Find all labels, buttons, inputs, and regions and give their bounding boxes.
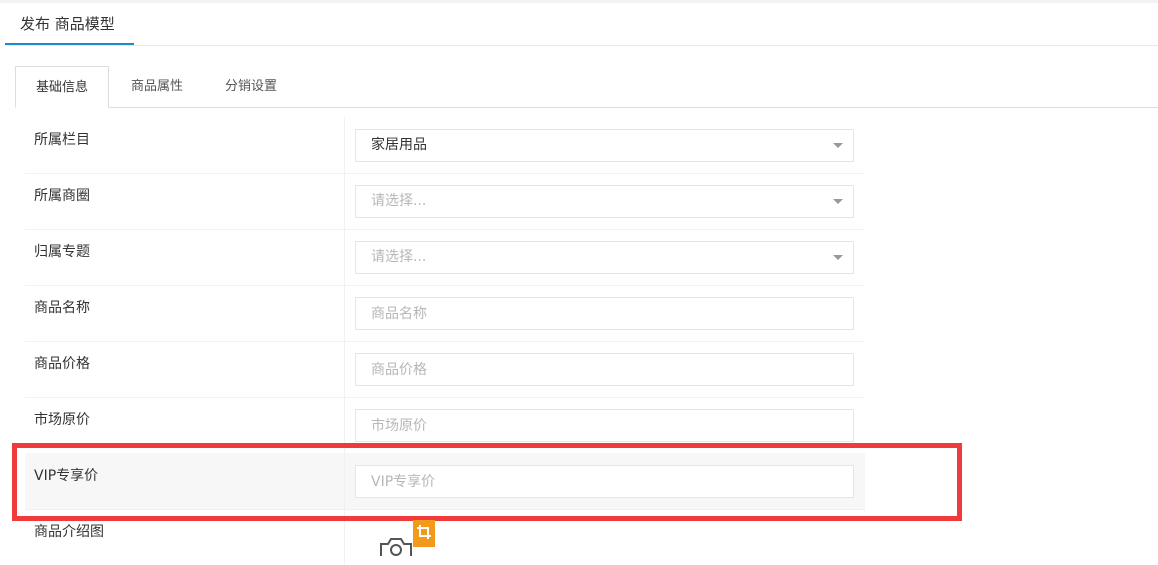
topic-label: 归属专题 (34, 244, 90, 260)
name-label: 商品名称 (34, 300, 90, 316)
chevron-down-icon (833, 143, 843, 148)
form-row-circle: 所属商圈 请选择... (25, 173, 865, 230)
tab-distribution-settings[interactable]: 分销设置 (205, 66, 297, 107)
row-divider (344, 117, 345, 173)
product-price-input[interactable] (355, 353, 854, 386)
market-price-input[interactable] (355, 409, 854, 442)
circle-select-placeholder: 请选择... (371, 193, 427, 209)
product-name-input[interactable] (355, 297, 854, 330)
highlight-box (12, 443, 962, 521)
tab-bar: 基础信息 商品属性 分销设置 (15, 66, 1158, 108)
tab-basic-info[interactable]: 基础信息 (15, 66, 109, 108)
crop-icon[interactable] (413, 520, 435, 547)
circle-select[interactable]: 请选择... (355, 185, 854, 218)
form-row-topic: 归属专题 请选择... (25, 229, 865, 286)
circle-label: 所属商圈 (34, 188, 90, 204)
camera-icon[interactable] (379, 536, 413, 556)
row-divider (344, 285, 345, 341)
category-select-value: 家居用品 (371, 137, 427, 153)
topic-select[interactable]: 请选择... (355, 241, 854, 274)
category-label: 所属栏目 (34, 132, 90, 148)
form-row-category: 所属栏目 家居用品 (25, 117, 865, 174)
row-divider (344, 173, 345, 229)
page-title: 发布 商品模型 (5, 3, 134, 45)
tab-product-attributes[interactable]: 商品属性 (109, 66, 205, 107)
form-row-name: 商品名称 (25, 285, 865, 342)
chevron-down-icon (833, 255, 843, 260)
row-divider (344, 341, 345, 397)
image-uploader[interactable] (355, 518, 455, 556)
category-select[interactable]: 家居用品 (355, 129, 854, 162)
price-label: 商品价格 (34, 356, 90, 372)
page-header: 发布 商品模型 (5, 3, 1158, 46)
form-row-price: 商品价格 (25, 341, 865, 398)
chevron-down-icon (833, 199, 843, 204)
topic-select-placeholder: 请选择... (371, 249, 427, 265)
row-divider (344, 229, 345, 285)
